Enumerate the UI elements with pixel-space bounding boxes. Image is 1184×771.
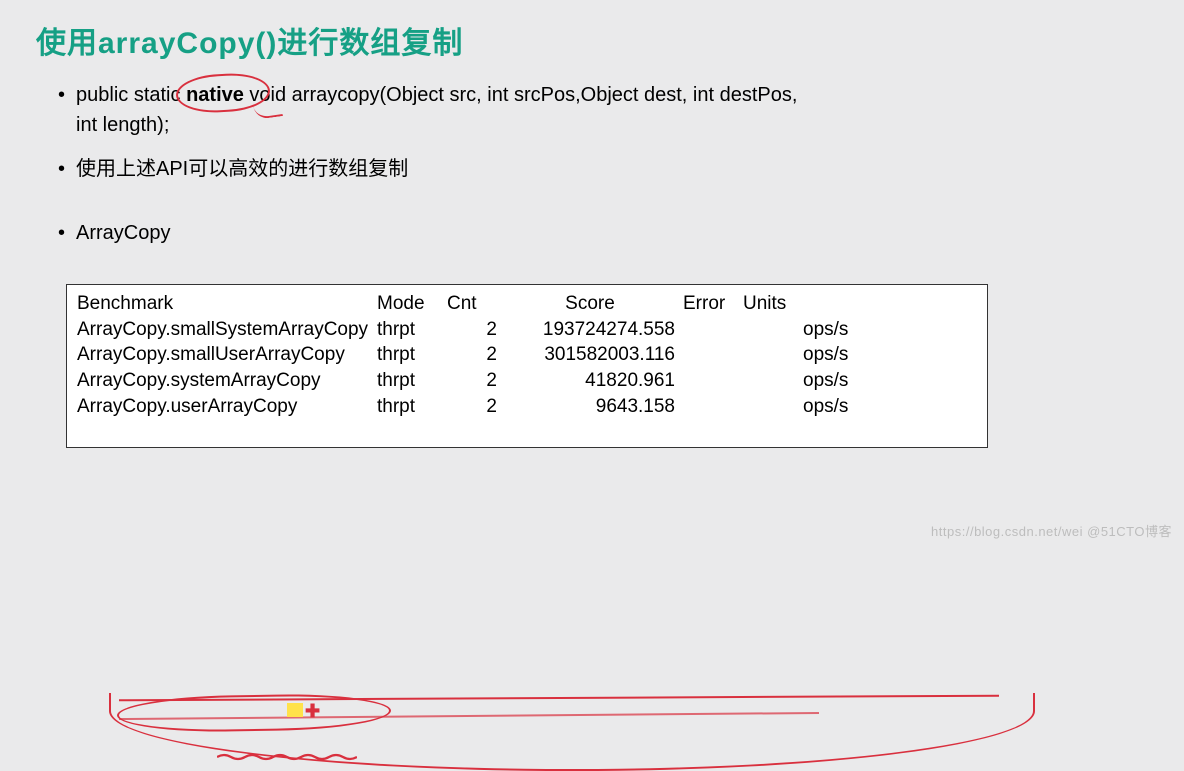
native-text: native — [186, 84, 244, 106]
cell-mode: thrpt — [377, 394, 447, 420]
slide: 使用arrayCopy()进行数组复制 public static native… — [0, 0, 1184, 546]
sig-cont: int length); — [76, 110, 1148, 140]
cell-name: ArrayCopy.smallUserArrayCopy — [77, 342, 377, 368]
col-error: Error — [683, 291, 743, 317]
col-mode: Mode — [377, 291, 447, 317]
cell-units: ops/s — [743, 342, 883, 368]
cell-score: 193724274.558 — [505, 317, 683, 343]
hand-big-loop-icon — [109, 693, 1035, 771]
bullet-signature: public static native void arraycopy(Obje… — [58, 80, 1148, 140]
sig-post: void arraycopy(Object src, int srcPos,Ob… — [244, 84, 798, 106]
benchmark-header-row: Benchmark Mode Cnt Score Error Units — [77, 291, 977, 317]
cell-mode: thrpt — [377, 317, 447, 343]
benchmark-row: ArrayCopy.systemArrayCopy thrpt 2 41820.… — [77, 368, 977, 394]
cell-score: 41820.961 — [505, 368, 683, 394]
cell-error — [683, 394, 743, 420]
cell-error — [683, 368, 743, 394]
cell-error — [683, 342, 743, 368]
cell-cnt: 2 — [447, 342, 505, 368]
cell-units: ops/s — [743, 317, 883, 343]
cell-name: ArrayCopy.smallSystemArrayCopy — [77, 317, 377, 343]
sig-pre: public static — [76, 84, 186, 106]
benchmark-row: ArrayCopy.userArrayCopy thrpt 2 9643.158… — [77, 394, 977, 420]
benchmark-box: Benchmark Mode Cnt Score Error Units Arr… — [66, 284, 988, 448]
bullet-api-note: 使用上述API可以高效的进行数组复制 — [58, 154, 1148, 184]
hand-oval-icon — [117, 693, 392, 734]
cell-error — [683, 317, 743, 343]
cell-mode: thrpt — [377, 368, 447, 394]
cursor-plus-icon: ✚ — [305, 701, 320, 722]
cell-mode: thrpt — [377, 342, 447, 368]
bullet-list: public static native void arraycopy(Obje… — [58, 80, 1148, 248]
hand-wavy-icon — [217, 745, 357, 753]
benchmark-row: ArrayCopy.smallUserArrayCopy thrpt 2 301… — [77, 342, 977, 368]
bullet-arraycopy: ArrayCopy — [58, 218, 1148, 248]
cell-cnt: 2 — [447, 317, 505, 343]
cell-units: ops/s — [743, 394, 883, 420]
col-cnt: Cnt — [447, 291, 505, 317]
cell-score: 9643.158 — [505, 394, 683, 420]
cell-cnt: 2 — [447, 394, 505, 420]
hand-strike-icon — [119, 712, 819, 720]
cell-cnt: 2 — [447, 368, 505, 394]
cursor-highlight-icon — [287, 703, 303, 717]
native-keyword: native — [186, 80, 244, 110]
hand-line-icon — [119, 695, 999, 702]
cell-units: ops/s — [743, 368, 883, 394]
col-benchmark: Benchmark — [77, 291, 377, 317]
col-units: Units — [743, 291, 823, 317]
cell-name: ArrayCopy.systemArrayCopy — [77, 368, 377, 394]
cell-score: 301582003.116 — [505, 342, 683, 368]
watermark: https://blog.csdn.net/wei @51CTO博客 — [931, 521, 1172, 540]
cell-name: ArrayCopy.userArrayCopy — [77, 394, 377, 420]
col-score: Score — [505, 291, 683, 317]
benchmark-row: ArrayCopy.smallSystemArrayCopy thrpt 2 1… — [77, 317, 977, 343]
slide-title: 使用arrayCopy()进行数组复制 — [36, 18, 1148, 62]
